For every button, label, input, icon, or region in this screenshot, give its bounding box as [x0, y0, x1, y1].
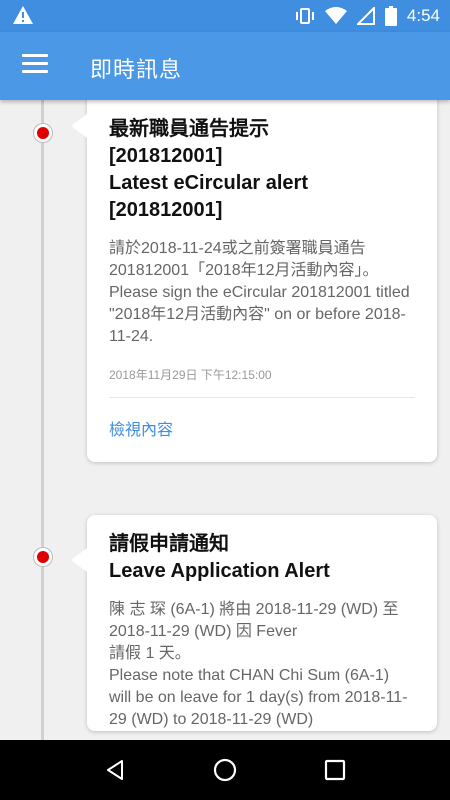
message-title: 請假申請通知 Leave Application Alert [109, 533, 330, 582]
message-body: 請於2018-11-24或之前簽署職員通告201812001「2018年12月活… [109, 240, 410, 345]
message-body: 陳 志 琛 (6A-1) 將由 2018-11-29 (WD) 至 2018-1… [109, 601, 408, 728]
battery-icon [384, 6, 397, 26]
timeline-dot [34, 548, 52, 566]
signal-icon [356, 7, 375, 25]
menu-icon[interactable] [22, 54, 48, 76]
message-card: 請假申請通知 Leave Application Alert 陳 志 琛 (6A… [71, 515, 437, 731]
timeline-dot [34, 124, 52, 142]
status-bar: 4:54 [0, 0, 450, 32]
recents-icon[interactable] [324, 759, 346, 781]
app-bar: 即時訊息 [0, 32, 450, 100]
message-timeline[interactable]: 最新職員通告提示 [201812001] Latest eCircular al… [0, 100, 450, 740]
warning-icon [13, 6, 33, 24]
vibrate-icon [295, 8, 314, 24]
back-icon[interactable] [104, 759, 126, 781]
status-time: 4:54 [406, 6, 440, 25]
message-card: 最新職員通告提示 [201812001] Latest eCircular al… [71, 100, 437, 462]
wifi-icon [324, 7, 347, 24]
navigation-bar [0, 740, 450, 800]
message-title: 最新職員通告提示 [201812001] Latest eCircular al… [109, 118, 308, 221]
timeline-line [41, 100, 44, 740]
view-content-link[interactable]: 檢視內容 [109, 398, 415, 462]
page-title: 即時訊息 [90, 57, 183, 82]
message-timestamp: 2018年11月29日 下午12:15:00 [109, 368, 272, 382]
home-icon[interactable] [213, 758, 237, 782]
